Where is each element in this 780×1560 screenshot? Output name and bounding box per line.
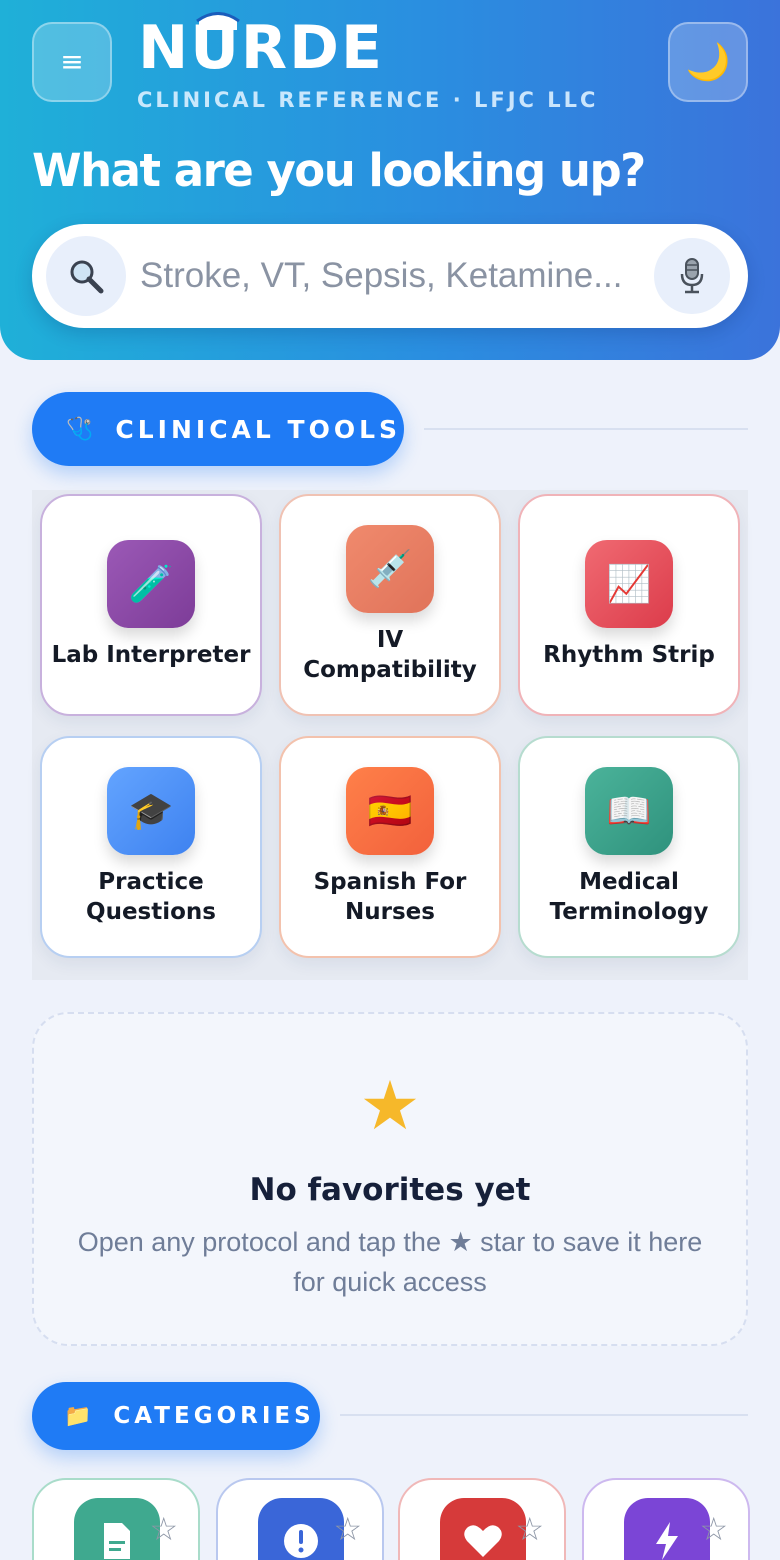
tool-card-label: Lab Interpreter (51, 642, 251, 668)
section-divider (424, 428, 748, 430)
folder-icon: 📁 (64, 1403, 96, 1429)
section-label: CLINICAL TOOLS (115, 414, 402, 444)
favorite-star-icon[interactable]: ☆ (515, 1510, 544, 1548)
favorite-star-icon[interactable]: ☆ (333, 1510, 362, 1548)
menu-button[interactable]: ≡ (32, 22, 112, 102)
section-label: CATEGORIES (113, 1403, 315, 1429)
tool-card-label: Rhythm Strip (543, 642, 715, 668)
category-card[interactable]: ☆ (216, 1478, 384, 1560)
category-card[interactable]: ☆ (32, 1478, 200, 1560)
search-icon (70, 260, 104, 294)
tool-card-medical-terminology[interactable]: 📖 Medical Terminology (518, 736, 740, 958)
bolt-icon (624, 1498, 710, 1560)
search-bar (32, 224, 748, 328)
brand-logo: NURDE (138, 12, 384, 84)
microphone-icon (680, 258, 704, 294)
category-card[interactable]: ☆ (398, 1478, 566, 1560)
tool-card-practice-questions[interactable]: 🎓 Practice Questions (40, 736, 262, 958)
syringe-icon: 💉 (346, 525, 434, 613)
tool-card-label: Medical Terminology (549, 869, 709, 925)
stethoscope-icon: 🩺 (66, 416, 98, 442)
brand-name: NURDE (138, 13, 384, 83)
nurse-cap-icon (196, 12, 240, 30)
section-divider (340, 1414, 748, 1416)
favorite-star-icon[interactable]: ☆ (699, 1510, 728, 1548)
tool-card-label: Practice Questions (86, 869, 216, 925)
heart-icon (440, 1498, 526, 1560)
document-icon (74, 1498, 160, 1560)
clinical-tools-header: 🩺 CLINICAL TOOLS (32, 392, 404, 466)
tool-card-rhythm-strip[interactable]: 📈 Rhythm Strip (518, 494, 740, 716)
favorites-title: No favorites yet (249, 1172, 531, 1208)
tool-card-spanish-for-nurses[interactable]: 🇪🇸 Spanish For Nurses (279, 736, 501, 958)
category-card[interactable]: ☆ (582, 1478, 750, 1560)
tool-card-iv-compatibility[interactable]: 💉 IV Compatibility (279, 494, 501, 716)
tool-card-lab-interpreter[interactable]: 🧪 Lab Interpreter (40, 494, 262, 716)
chart-icon: 📈 (585, 540, 673, 628)
page-title: What are you looking up? (32, 144, 646, 197)
book-icon: 📖 (585, 767, 673, 855)
graduation-cap-icon: 🎓 (107, 767, 195, 855)
search-button[interactable] (46, 236, 126, 316)
tool-card-label: Spanish For Nurses (313, 869, 467, 925)
alert-icon (258, 1498, 344, 1560)
tagline: CLINICAL REFERENCE · LFJC LLC (137, 88, 599, 112)
categories-header: 📁 CATEGORIES (32, 1382, 320, 1450)
tools-grid: 🧪 Lab Interpreter 💉 IV Compatibility 📈 R… (32, 490, 748, 980)
menu-icon: ≡ (60, 45, 84, 78)
favorites-empty-state: ★ No favorites yet Open any protocol and… (32, 1012, 748, 1346)
spain-flag-icon: 🇪🇸 (346, 767, 434, 855)
test-tube-icon: 🧪 (107, 540, 195, 628)
theme-toggle-button[interactable]: 🌙 (668, 22, 748, 102)
tool-card-label: IV Compatibility (303, 627, 477, 683)
search-input[interactable] (140, 246, 650, 306)
favorite-star-icon[interactable]: ☆ (149, 1510, 178, 1548)
voice-search-button[interactable] (654, 238, 730, 314)
star-icon: ★ (359, 1067, 421, 1146)
header: ≡ NURDE CLINICAL REFERENCE · LFJC LLC 🌙 … (0, 0, 780, 360)
moon-icon: 🌙 (685, 42, 731, 83)
favorites-description: Open any protocol and tap the ★ star to … (77, 1227, 703, 1297)
